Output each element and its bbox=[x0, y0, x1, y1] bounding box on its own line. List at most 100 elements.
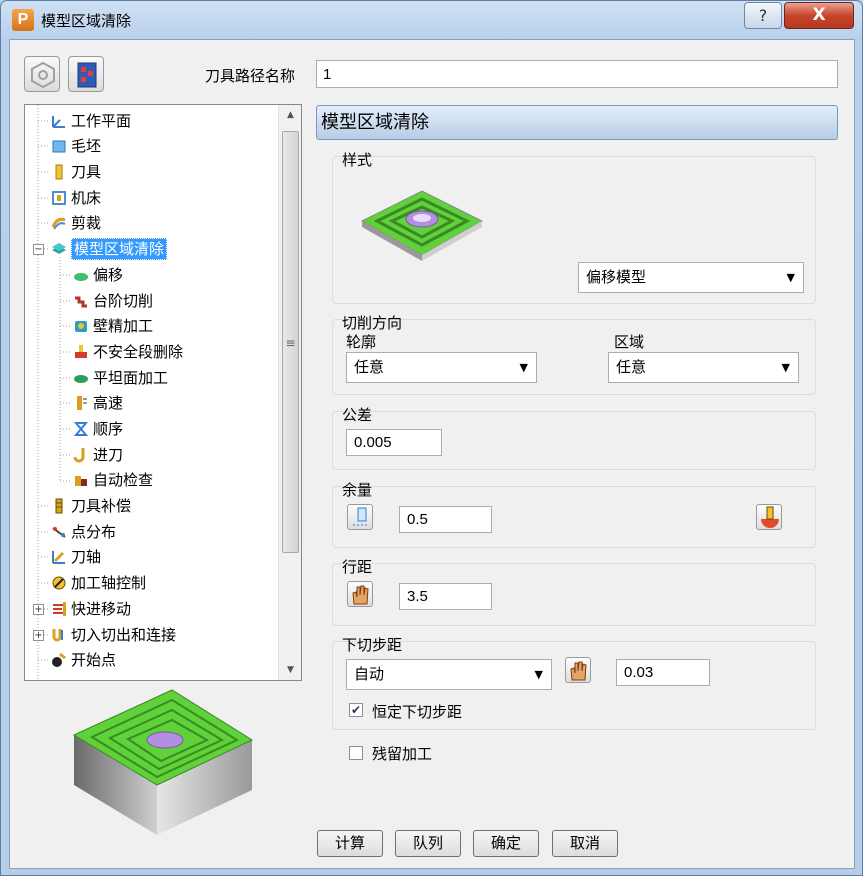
tree-item-flat-machining[interactable]: 平坦面加工 bbox=[73, 367, 168, 389]
cut-direction-title: 切削方向 bbox=[342, 314, 403, 332]
style-group: 样式 偏移模型 ▼ bbox=[332, 151, 816, 304]
area-select-value: 任意 bbox=[616, 358, 647, 376]
point-dist-icon bbox=[52, 527, 66, 538]
tree-item-unsafe-removal[interactable]: 不安全段删除 bbox=[73, 341, 183, 363]
style-select-value: 偏移模型 bbox=[586, 268, 647, 286]
expander-leads-links[interactable]: + bbox=[33, 630, 44, 641]
stepdown-copy-button[interactable] bbox=[565, 657, 591, 683]
title-bar: P 模型区域清除 ? X bbox=[1, 1, 862, 39]
dropdown-arrow-icon: ▼ bbox=[519, 361, 528, 374]
axis-control-icon bbox=[52, 576, 66, 590]
toolpath-name-input[interactable] bbox=[316, 60, 838, 88]
tree-item-auto-verify[interactable]: 自动检查 bbox=[73, 469, 153, 491]
expander-area-clear[interactable]: − bbox=[33, 244, 44, 255]
cancel-button[interactable]: 取消 bbox=[552, 830, 618, 857]
style-preview-image bbox=[360, 190, 484, 261]
tree-item-tool-comp[interactable]: 刀具补偿 bbox=[51, 495, 131, 517]
cube-grey-icon bbox=[31, 61, 55, 89]
tree-item-approach[interactable]: 进刀 bbox=[73, 444, 123, 466]
tool-axis-icon bbox=[52, 551, 65, 564]
flat-machining-icon bbox=[74, 375, 88, 383]
dropdown-arrow-icon: ▼ bbox=[786, 271, 795, 284]
tree-scrollbar[interactable]: ▲ ≡ ▼ bbox=[278, 105, 301, 680]
hand-icon bbox=[570, 661, 587, 681]
tree-item-workplane[interactable]: 工作平面 bbox=[51, 110, 131, 132]
style-title: 样式 bbox=[342, 151, 373, 169]
stepdown-group: 下切步距 自动 ▼ ✔ 恒定下切步距 bbox=[332, 636, 816, 730]
select-toolpath-button[interactable] bbox=[24, 56, 60, 92]
tree-item-point-dist[interactable]: 点分布 bbox=[51, 521, 116, 543]
rest-machining-checkbox[interactable] bbox=[349, 746, 363, 760]
rest-machining-label: 残留加工 bbox=[372, 745, 433, 763]
close-button[interactable]: X bbox=[784, 2, 854, 29]
block-icon bbox=[52, 140, 66, 153]
calculate-button[interactable]: 计算 bbox=[317, 830, 383, 857]
profile-direction-select[interactable]: 任意 ▼ bbox=[346, 352, 537, 383]
help-button[interactable]: ? bbox=[744, 2, 782, 29]
stepover-copy-button[interactable] bbox=[347, 581, 373, 607]
queue-button[interactable]: 队列 bbox=[395, 830, 461, 857]
strategy-picker-button[interactable] bbox=[68, 56, 104, 92]
stepdown-input[interactable] bbox=[616, 659, 710, 686]
stepover-input[interactable] bbox=[399, 583, 492, 610]
panel-header: 模型区域清除 bbox=[316, 105, 838, 140]
auto-verify-icon bbox=[75, 476, 87, 486]
stepover-group: 行距 bbox=[332, 558, 816, 626]
component-thickness-button[interactable] bbox=[756, 504, 782, 530]
area-direction-select[interactable]: 任意 ▼ bbox=[608, 352, 799, 383]
start-point-icon bbox=[52, 652, 66, 667]
tool-icon bbox=[55, 164, 63, 180]
style-select[interactable]: 偏移模型 ▼ bbox=[578, 262, 804, 293]
thickness-group: 余量 bbox=[332, 481, 816, 548]
tree-item-high-speed[interactable]: 高速 bbox=[73, 392, 123, 414]
dialog-window: P 模型区域清除 ? X 刀具路径名称 1 工作平面 毛坯 刀具 机床 剪裁 −… bbox=[0, 0, 863, 876]
thickness-mode-button[interactable] bbox=[347, 504, 373, 530]
tree-item-step-cut[interactable]: 台阶切削 bbox=[73, 290, 153, 312]
dialog-client: 刀具路径名称 1 工作平面 毛坯 刀具 机床 剪裁 − 模型区域清除 偏移 台阶… bbox=[9, 39, 855, 869]
unsafe-removal-icon bbox=[75, 345, 87, 358]
tree-item-limit[interactable]: 剪裁 bbox=[51, 212, 101, 234]
tree-item-offset[interactable]: 偏移 bbox=[73, 264, 123, 286]
expander-rapid-move[interactable]: + bbox=[33, 604, 44, 615]
order-icon bbox=[73, 422, 89, 436]
tree-item-leads-links[interactable]: 切入切出和连接 bbox=[51, 624, 176, 646]
tree-item-area-clear[interactable]: 模型区域清除 bbox=[51, 238, 168, 260]
workplane-icon bbox=[52, 116, 65, 128]
dropdown-arrow-icon: ▼ bbox=[534, 668, 543, 681]
constant-stepdown-label: 恒定下切步距 bbox=[372, 703, 463, 721]
tool-thickness-icon bbox=[353, 507, 369, 526]
cut-direction-group: 切削方向 轮廓 任意 ▼ 区域 任意 ▼ bbox=[332, 314, 816, 395]
toolpath-name-label: 刀具路径名称 bbox=[205, 67, 296, 85]
offset-icon bbox=[74, 273, 88, 281]
tree-item-order[interactable]: 顺序 bbox=[73, 418, 123, 440]
leads-links-icon bbox=[52, 629, 63, 642]
limit-icon bbox=[51, 217, 66, 230]
tree-item-tool-axis[interactable]: 刀轴 bbox=[51, 546, 101, 568]
tolerance-group: 公差 bbox=[332, 406, 816, 470]
tree-item-block[interactable]: 毛坯 bbox=[51, 135, 101, 157]
tree-item-rapid-move[interactable]: 快进移动 bbox=[51, 598, 131, 620]
tree-item-machine[interactable]: 机床 bbox=[51, 187, 101, 209]
tool-comp-icon bbox=[55, 498, 63, 514]
tree-item-start-point[interactable]: 开始点 bbox=[51, 649, 116, 671]
thickness-input[interactable] bbox=[399, 506, 492, 533]
ok-button[interactable]: 确定 bbox=[473, 830, 539, 857]
machine-icon bbox=[52, 191, 66, 205]
app-logo-icon: P bbox=[12, 9, 34, 31]
wall-finish-icon bbox=[75, 321, 87, 332]
tree-item-tool[interactable]: 刀具 bbox=[51, 161, 101, 183]
strategy-preview-image bbox=[72, 689, 254, 835]
dropdown-arrow-icon: ▼ bbox=[781, 361, 790, 374]
tree-item-axis-control[interactable]: 加工轴控制 bbox=[51, 572, 146, 594]
scroll-down-arrow-icon[interactable]: ▼ bbox=[279, 660, 301, 680]
window-title: 模型区域清除 bbox=[41, 12, 132, 30]
area-clear-icon bbox=[52, 243, 66, 254]
constant-stepdown-checkbox[interactable]: ✔ bbox=[349, 703, 363, 717]
tree-item-wall-finish[interactable]: 壁精加工 bbox=[73, 315, 153, 337]
strategy-tree[interactable]: 工作平面 毛坯 刀具 机床 剪裁 − 模型区域清除 偏移 台阶切削 壁精加工 不… bbox=[24, 104, 302, 681]
strategy-icon bbox=[77, 62, 97, 88]
tolerance-input[interactable] bbox=[346, 429, 442, 456]
stepdown-mode-select[interactable]: 自动 ▼ bbox=[346, 659, 552, 690]
scroll-up-arrow-icon[interactable]: ▲ bbox=[279, 105, 301, 125]
scroll-thumb[interactable]: ≡ bbox=[282, 131, 299, 553]
